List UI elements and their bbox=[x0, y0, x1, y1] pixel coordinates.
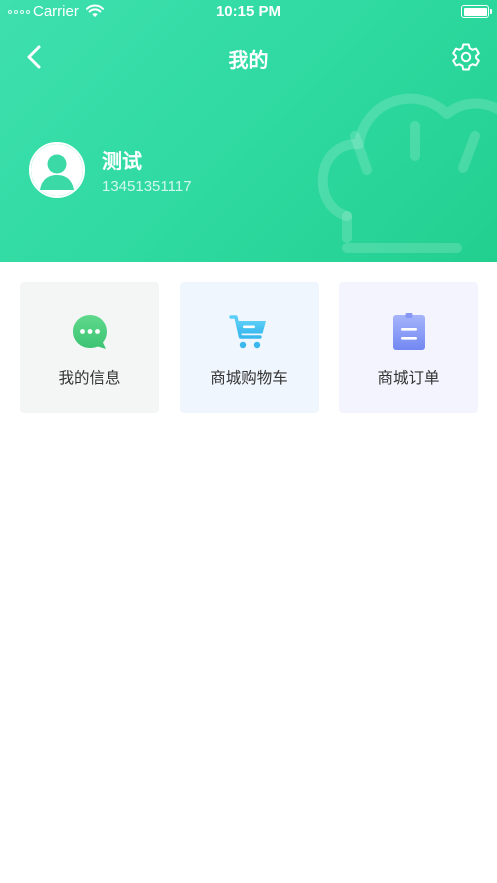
page-title: 我的 bbox=[228, 48, 269, 72]
shopping-cart-icon bbox=[229, 315, 266, 349]
user-name: 测试 bbox=[102, 149, 142, 173]
profile-header: Carrier 10:15 PM 我的 测试 13451351117 bbox=[0, 0, 497, 262]
chef-hat-watermark-icon bbox=[317, 93, 497, 253]
my-info-label: 我的信息 bbox=[58, 369, 121, 387]
my-info-card[interactable]: 我的信息 bbox=[20, 282, 159, 413]
avatar[interactable] bbox=[29, 142, 85, 198]
menu-cards: 我的信息 商城购物车 商城订单 bbox=[20, 282, 478, 413]
chat-bubble-icon bbox=[72, 315, 107, 349]
battery-icon bbox=[461, 5, 492, 18]
shopping-cart-card[interactable]: 商城购物车 bbox=[179, 282, 319, 413]
settings-gear-icon[interactable] bbox=[451, 42, 481, 72]
user-avatar-icon bbox=[31, 144, 83, 196]
order-document-icon bbox=[392, 313, 425, 350]
status-bar: Carrier 10:15 PM bbox=[0, 0, 497, 26]
orders-label: 商城订单 bbox=[377, 369, 440, 387]
user-phone: 13451351117 bbox=[102, 178, 192, 195]
orders-card[interactable]: 商城订单 bbox=[339, 282, 478, 413]
status-time: 10:15 PM bbox=[215, 3, 282, 20]
shopping-cart-label: 商城购物车 bbox=[210, 369, 288, 387]
